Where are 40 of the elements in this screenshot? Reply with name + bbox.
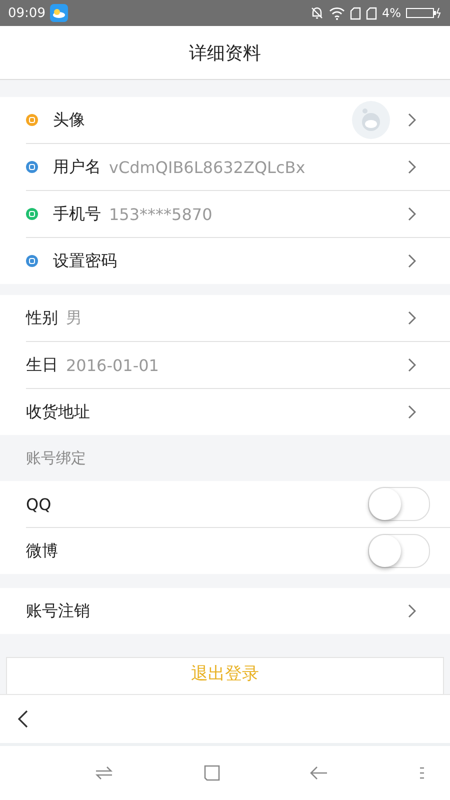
square-icon[interactable] [204, 765, 220, 781]
item-label: 微博 [26, 540, 58, 562]
item-label: 用户名 [53, 156, 101, 178]
chevron-icon [408, 207, 416, 221]
item-value: 153****5870 [109, 204, 212, 224]
wifi-icon [328, 6, 345, 20]
status-time: 09:09 [8, 6, 46, 20]
chevron-icon [408, 311, 416, 325]
item-label: 手机号 [53, 204, 101, 224]
chevron-icon [408, 358, 416, 372]
section-title: 账号绑定 [25, 448, 87, 468]
chevron-icon [408, 254, 416, 268]
toggle-switch[interactable] [368, 487, 430, 521]
switch-arrows-icon[interactable] [95, 766, 114, 780]
item-value: vCdmQIB6L8632ZQLcBx [109, 158, 306, 176]
item-label: QQ [26, 494, 52, 514]
back-icon[interactable] [18, 710, 28, 728]
chevron-icon [408, 405, 416, 419]
chevron-icon [408, 160, 416, 174]
toggle-switch[interactable] [368, 534, 430, 568]
item-label: 设置密码 [53, 250, 117, 272]
item-label: 头像 [53, 110, 85, 130]
battery-icon [406, 7, 442, 19]
page-title: 详细资料 [189, 42, 261, 64]
item-value: 男 [66, 308, 82, 328]
battery-percent: 4% [382, 6, 401, 20]
sim-icon [366, 6, 377, 20]
item-label: 性别 [26, 308, 58, 328]
item-label: 生日 [26, 354, 58, 376]
avatar-icon [352, 101, 390, 139]
mute-bell-icon [310, 6, 324, 20]
item-label: 账号注销 [26, 600, 90, 622]
chevron-icon [408, 113, 416, 127]
chevron-icon [408, 604, 416, 618]
menu-icon[interactable] [418, 767, 425, 779]
back-arrow-icon[interactable] [310, 766, 328, 780]
weather-app-icon [50, 4, 68, 22]
item-value: 2016-01-01 [66, 356, 159, 374]
item-label: 收货地址 [26, 402, 90, 422]
sim-icon [350, 6, 361, 20]
